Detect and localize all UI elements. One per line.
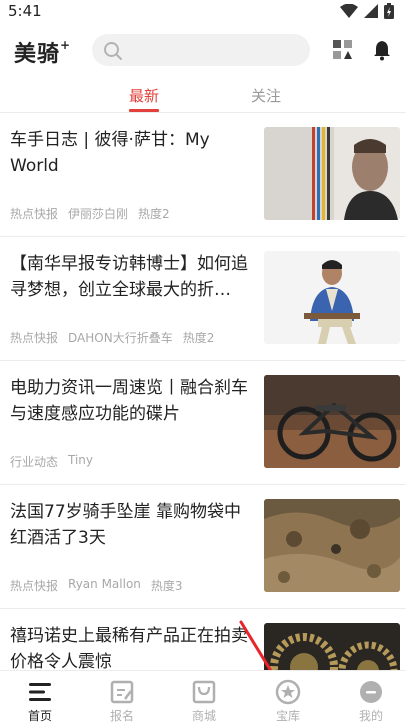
categories-grid-icon[interactable] <box>332 39 354 61</box>
search-input[interactable] <box>92 34 310 66</box>
status-bar: 5:41 <box>0 0 406 22</box>
article-category: 行业动态 <box>10 455 59 469</box>
article-title: 电助力资讯一周速览丨融合刹车与速度感应功能的碟片 <box>10 378 248 424</box>
battery-icon <box>384 3 394 19</box>
article-meta: 热点快报 DAHON大行折叠车 热度2 <box>10 329 214 346</box>
feed-tabs: 最新 关注 <box>0 80 406 112</box>
article-meta: 行业动态 Tiny <box>10 453 103 470</box>
tab-treasury[interactable]: 宝库 <box>248 671 328 728</box>
signal-icon <box>364 4 378 18</box>
article-thumbnail <box>264 375 400 468</box>
tab-latest[interactable]: 最新 <box>129 85 159 106</box>
article-category: 热点快报 <box>10 579 59 593</box>
tab-profile[interactable]: 我的 <box>331 671 406 728</box>
article-author: 伊丽莎白刚 <box>68 207 129 221</box>
home-icon <box>29 683 51 701</box>
tab-home[interactable]: 首页 <box>0 671 80 728</box>
tab-following[interactable]: 关注 <box>251 85 281 106</box>
article-title: 禧玛诺史上最稀有产品正在拍卖 价格令人震惊 <box>10 626 248 670</box>
article-author: DAHON大行折叠车 <box>68 331 173 345</box>
article-title: 法国77岁骑手坠崖 靠购物袋中红酒活了3天 <box>10 502 242 548</box>
app-logo: 美骑+ <box>14 37 72 67</box>
shop-icon <box>192 680 216 704</box>
article-feed[interactable]: 车手日志 | 彼得·萨甘：My World 热点快报 伊丽莎白刚 热度2 【南华… <box>0 113 406 670</box>
article-title: 【南华早报专访韩博士】如何追寻梦想，创立全球最大的折… <box>10 254 248 300</box>
status-icons <box>340 3 394 19</box>
article-item[interactable]: 车手日志 | 彼得·萨甘：My World 热点快报 伊丽莎白刚 热度2 <box>0 113 406 237</box>
article-author: Tiny <box>68 453 94 467</box>
status-time: 5:41 <box>8 2 42 20</box>
article-thumbnail <box>264 623 400 670</box>
article-author: Ryan Mallon <box>68 577 141 591</box>
article-category: 热点快报 <box>10 331 59 345</box>
article-item[interactable]: 【南华早报专访韩博士】如何追寻梦想，创立全球最大的折… 热点快报 DAHON大行… <box>0 237 406 361</box>
tab-signup[interactable]: 报名 <box>82 671 162 728</box>
article-item[interactable]: 电助力资讯一周速览丨融合刹车与速度感应功能的碟片 行业动态 Tiny <box>0 361 406 485</box>
search-icon <box>104 42 122 60</box>
article-category: 热点快报 <box>10 207 59 221</box>
signup-icon <box>110 680 134 704</box>
tab-shop[interactable]: 商城 <box>164 671 244 728</box>
article-title: 车手日志 | 彼得·萨甘：My World <box>10 130 210 176</box>
article-item[interactable]: 法国77岁骑手坠崖 靠购物袋中红酒活了3天 热点快报 Ryan Mallon 热… <box>0 485 406 609</box>
article-thumbnail <box>264 251 400 344</box>
article-heat: 热度3 <box>150 579 183 593</box>
wifi-icon <box>340 4 358 18</box>
app-header: 美骑+ <box>0 30 406 74</box>
article-thumbnail <box>264 127 400 220</box>
article-meta: 热点快报 伊丽莎白刚 热度2 <box>10 205 170 222</box>
article-thumbnail <box>264 499 400 592</box>
article-heat: 热度2 <box>138 207 170 221</box>
treasury-icon <box>275 679 301 705</box>
article-item[interactable]: 禧玛诺史上最稀有产品正在拍卖 价格令人震惊 <box>0 609 406 670</box>
article-meta: 热点快报 Ryan Mallon 热度3 <box>10 577 183 594</box>
article-heat: 热度2 <box>182 331 215 345</box>
bottom-tab-bar: 首页 报名 商城 宝库 我的 <box>0 670 406 727</box>
profile-icon <box>360 681 382 703</box>
notification-bell-icon[interactable] <box>371 39 393 61</box>
